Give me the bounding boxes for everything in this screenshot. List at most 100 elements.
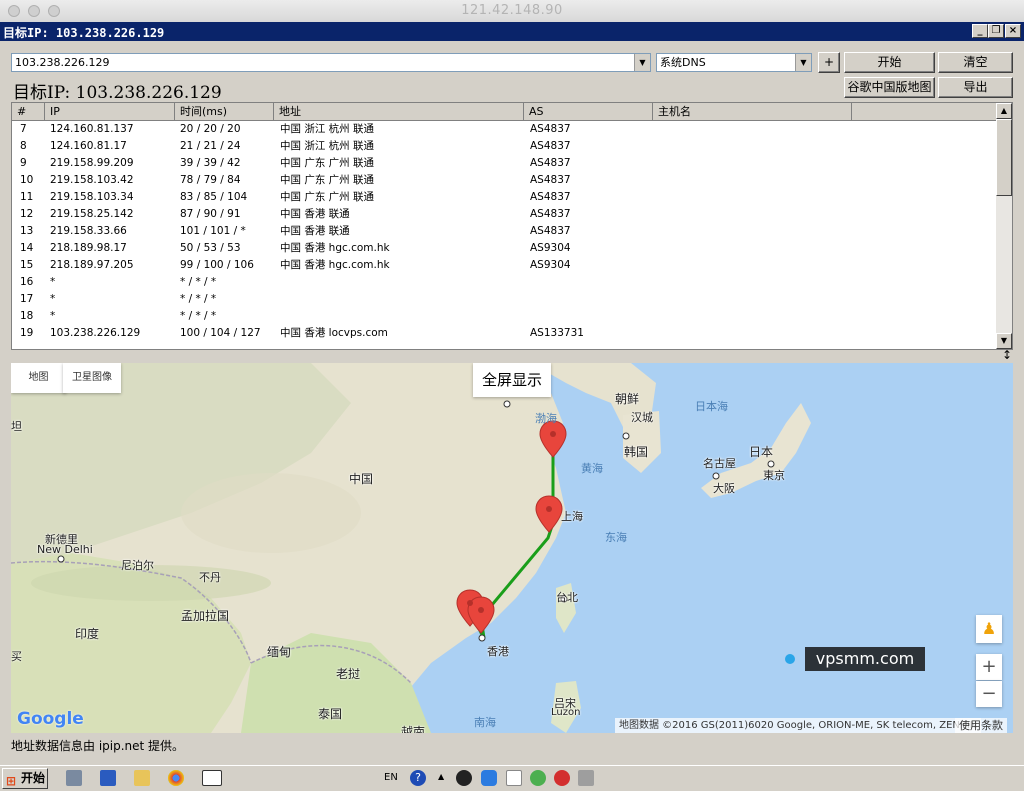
powershell-icon[interactable] [100,770,116,786]
table-row[interactable]: 9 219.158.99.209 39 / 39 / 42 中国 广东 广州 联通 AS… [12,155,997,172]
dns-select[interactable]: 系统DNS ▼ [656,53,812,72]
map-type-label: 地图 [28,372,49,383]
table-row[interactable]: 11 219.158.103.34 83 / 85 / 104 中国 广东 广州 联通… [12,189,997,206]
security-shield-icon[interactable] [481,770,497,786]
ip-input[interactable]: 103.238.226.129 ▼ [11,53,651,72]
cell-time: 78 / 79 / 84 [180,174,241,186]
label-china: 中国 [349,472,374,486]
cell-index: 10 [20,174,34,186]
export-button[interactable]: 导出 [938,77,1013,98]
minimize-button[interactable]: _ [972,24,988,38]
label-bohai: 渤海 [535,412,557,425]
column-header-hostname[interactable]: 主机名 [653,103,852,120]
cell-as: AS9304 [530,259,571,271]
clear-button[interactable]: 清空 [938,52,1013,73]
fullscreen-button[interactable]: 全屏显示 [473,363,551,397]
table-row[interactable]: 18 * * / * / * [12,308,997,325]
column-header-as[interactable]: AS [524,103,653,120]
terms-link[interactable]: 使用条款 [955,718,1007,733]
tray-expand-icon[interactable]: ▲ [438,772,444,781]
traceroute-table[interactable]: # IP 时间(ms) 地址 AS 主机名 7 124.160.81.137 20 … [11,102,1013,350]
cell-ip: 219.158.103.34 [50,191,134,203]
host-window-title: 121.42.148.90 [461,3,563,18]
map-canvas [11,363,811,733]
start-button-taskbar[interactable]: ⊞ 开始 [2,768,48,789]
cell-ip: 218.189.98.17 [50,242,127,254]
label-south-sea: 南海 [474,716,496,729]
table-row[interactable]: 15 218.189.97.205 99 / 100 / 106 中国 香港 hgc.… [12,257,997,274]
route-map[interactable]: 地图 卫星图像 全屏显示 中国 新德里 New Delhi 尼泊尔 不丹 孟加拉… [11,363,1013,733]
table-row[interactable]: 8 124.160.81.17 21 / 21 / 24 中国 浙江 杭州 联通 AS4… [12,138,997,155]
label-newdelhi-en: New Delhi [37,543,93,556]
update-icon[interactable] [530,770,546,786]
cell-address: 中国 香港 hgc.com.hk [280,259,390,271]
help-icon[interactable]: ? [410,770,426,786]
cell-as: AS4837 [530,140,571,152]
start-button[interactable]: 开始 [844,52,935,73]
action-center-flag-icon[interactable] [506,770,522,786]
watermark-label: vpsmm.com [805,647,925,671]
server-manager-icon[interactable] [66,770,82,786]
cell-address: 中国 广东 广州 联通 [280,191,375,203]
column-header-index[interactable]: # [12,103,45,120]
splitter-resize-icon[interactable]: ↕ [1002,348,1012,362]
cell-as: AS9304 [530,242,571,254]
scroll-up-icon[interactable]: ▲ [996,103,1012,119]
dns-select-value: 系统DNS [660,56,706,69]
restore-button[interactable]: ❐ [988,24,1004,38]
map-attribution: 地图数据 ©2016 GS(2011)6020 Google, ORION-ME… [615,718,982,733]
label-sea-of-japan: 日本海 [695,400,728,413]
label-myanmar: 缅甸 [267,645,292,659]
network-error-icon[interactable] [554,770,570,786]
google-map-button[interactable]: 谷歌中国版地图 [844,77,935,98]
scroll-thumb[interactable] [996,119,1012,196]
table-scrollbar[interactable]: ▲ ▼ [996,103,1012,349]
target-ip-heading: 目标IP: 103.238.226.129 [13,83,222,103]
cell-time: 83 / 85 / 104 [180,191,248,203]
zoom-in-button[interactable]: + [976,654,1002,680]
qq-icon[interactable] [456,770,472,786]
explorer-folder-icon[interactable] [134,770,150,786]
map-type-button[interactable]: 地图 [11,363,66,393]
dns-dropdown-arrow-icon[interactable]: ▼ [795,54,811,71]
scroll-down-icon[interactable]: ▼ [996,333,1012,349]
table-row[interactable]: 12 219.158.25.142 87 / 90 / 91 中国 香港 联通 AS48… [12,206,997,223]
table-row[interactable]: 17 * * / * / * [12,291,997,308]
cell-index: 15 [20,259,34,271]
column-header-time[interactable]: 时间(ms) [175,103,274,120]
start-label: 开始 [21,771,46,785]
table-row[interactable]: 14 218.189.98.17 50 / 53 / 53 中国 香港 hgc.com… [12,240,997,257]
table-row[interactable]: 7 124.160.81.137 20 / 20 / 20 中国 浙江 杭州 联通 AS… [12,121,997,138]
cell-ip: 124.160.81.137 [50,123,134,135]
windows-logo-icon: ⊞ [6,774,17,788]
chrome-icon[interactable] [168,770,184,786]
cell-ip: 219.158.103.42 [50,174,134,186]
table-row[interactable]: 16 * * / * / * [12,274,997,291]
street-view-pegman-icon[interactable]: ♟ [976,615,1002,643]
add-button[interactable]: + [818,52,840,73]
status-bar-text: 地址数据信息由 ipip.net 提供。 [11,739,185,753]
cell-index: 17 [20,293,34,305]
cell-ip: * [50,276,56,288]
table-row[interactable]: 19 103.238.226.129 100 / 104 / 127 中国 香港 lo… [12,325,997,342]
label-osaka: 大阪 [713,482,735,495]
satellite-type-button[interactable]: 卫星图像 [63,363,121,393]
cell-ip: 219.158.25.142 [50,208,134,220]
close-button[interactable]: × [1005,24,1021,38]
column-header-address[interactable]: 地址 [274,103,524,120]
cell-index: 16 [20,276,34,288]
label-seoul: 汉城 [631,411,653,424]
column-header-ip[interactable]: IP [45,103,175,120]
cell-address: 中国 香港 联通 [280,225,350,237]
cell-time: * / * / * [180,310,217,322]
language-indicator[interactable]: EN [384,772,398,783]
table-row[interactable]: 13 219.158.33.66 101 / 101 / * 中国 香港 联通 AS48… [12,223,997,240]
table-row[interactable]: 10 219.158.103.42 78 / 79 / 84 中国 广东 广州 联通 A… [12,172,997,189]
app-title: 目标IP: 103.238.226.129 [3,26,165,40]
traceroute-app-icon[interactable] [202,770,222,786]
label-luzon-en: Luzon [551,707,581,718]
ip-dropdown-arrow-icon[interactable]: ▼ [634,54,650,71]
monitor-icon[interactable] [578,770,594,786]
zoom-out-button[interactable]: − [976,681,1002,707]
satellite-type-label: 卫星图像 [72,372,112,383]
